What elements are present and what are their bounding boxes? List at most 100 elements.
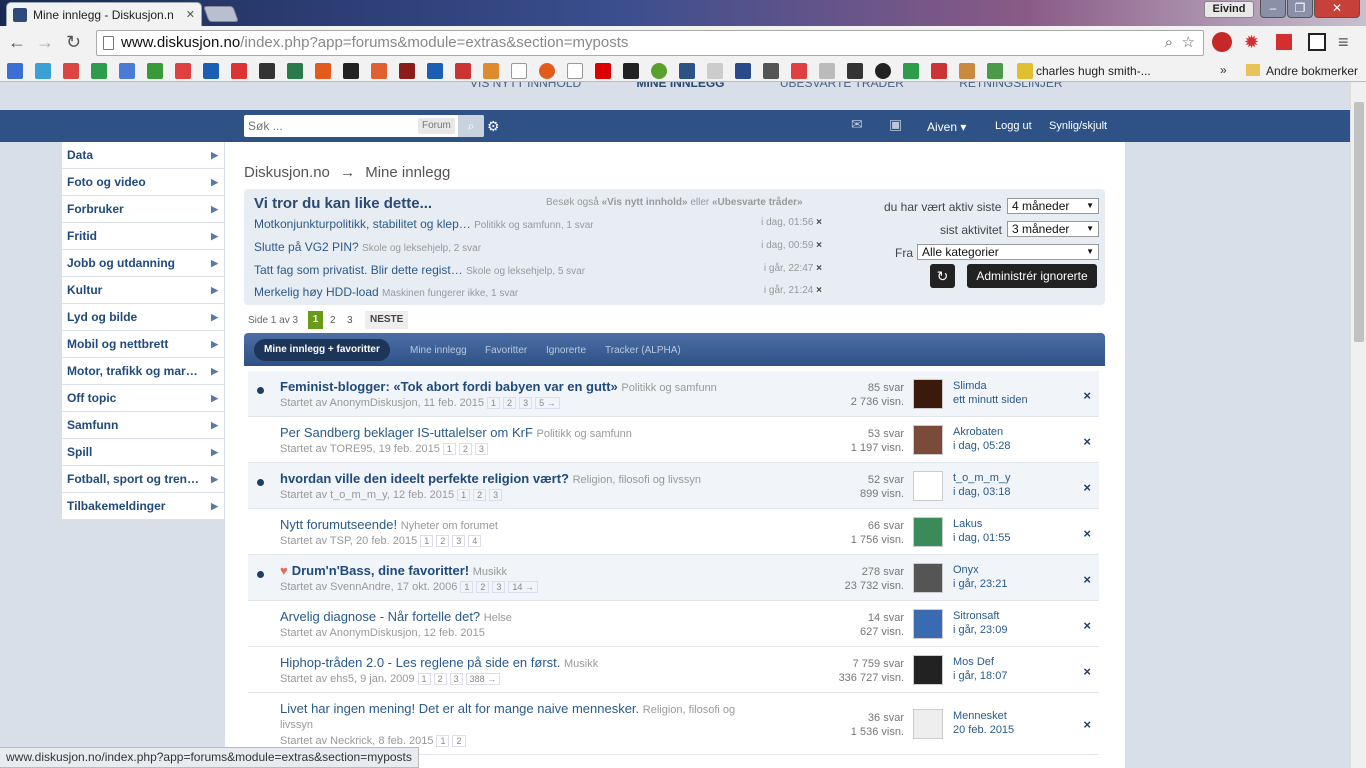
thread-category[interactable]: Religion, filosofi og livssyn [573, 474, 701, 486]
profile-button[interactable]: Eivind [1204, 1, 1254, 18]
bookmark-icon-14[interactable] [371, 63, 387, 79]
leaf-bookmark-icon[interactable] [651, 63, 667, 79]
link-new-content[interactable]: VIS NYTT INNHOLD [470, 82, 581, 90]
avatar[interactable] [913, 471, 943, 501]
thread-page-link[interactable]: 5 → [535, 397, 560, 409]
avatar[interactable] [913, 517, 943, 547]
thread-row[interactable]: Feminist-blogger: «Tok abort fordi babye… [248, 371, 1099, 417]
page-1-button[interactable]: 1 [308, 311, 323, 329]
suggestion-item[interactable]: Slutte på VG2 PIN? Skole og leksehjelp, … [254, 240, 822, 254]
suggestion-item[interactable]: Merkelig høy HDD-load Maskinen fungerer … [254, 285, 822, 299]
pin-bookmark-icon[interactable] [175, 63, 191, 79]
last-poster-name[interactable]: Mos Def [953, 655, 1007, 669]
bookmark-icon-18[interactable] [483, 63, 499, 79]
bookmark-icon-9[interactable] [231, 63, 247, 79]
search-icon[interactable]: ⌕ [1165, 31, 1173, 55]
last-poster-name[interactable]: Onyx [953, 563, 1007, 577]
wikipedia-bookmark-icon[interactable] [567, 63, 583, 79]
thread-category[interactable]: Helse [484, 612, 512, 624]
tv-bookmark-icon[interactable] [735, 63, 751, 79]
last-post-time[interactable]: 20 feb. 2015 [953, 723, 1014, 737]
sidebar-item-lyd[interactable]: Lyd og bilde ▶ [62, 304, 224, 331]
thread-category[interactable]: Politikk og samfunn [537, 428, 632, 440]
dismiss-icon[interactable]: × [816, 285, 822, 296]
page-2-button[interactable]: 2 [330, 315, 336, 326]
browser-tab[interactable]: Mine innlegg - Diskusjon.n ✕ [6, 2, 202, 26]
avatar[interactable] [913, 655, 943, 685]
last-post-time[interactable]: i går, 23:09 [953, 623, 1007, 637]
last-poster-name[interactable]: Sitronsaft [953, 609, 1007, 623]
suggestion-item[interactable]: Motkonjunkturpolitikk, stabilitet og kle… [254, 217, 822, 231]
bookmark-icon-11[interactable] [287, 63, 303, 79]
extension-s-icon[interactable] [1308, 33, 1326, 51]
search-scope[interactable]: Forum [418, 118, 455, 134]
menu-icon[interactable]: ≡ [1338, 32, 1349, 53]
notifications-icon[interactable]: ▣ [889, 116, 902, 133]
thread-page-link[interactable]: 14 → [508, 581, 538, 593]
maximize-button[interactable]: ❐ [1287, 0, 1313, 18]
avatar[interactable] [913, 609, 943, 639]
dismiss-icon[interactable]: × [816, 217, 822, 228]
avatar[interactable] [913, 425, 943, 455]
messages-icon[interactable]: ✉ [851, 116, 863, 133]
bookmark-star-icon[interactable]: ☆ [1182, 31, 1195, 55]
thread-title[interactable]: Nytt forumutseende! [280, 517, 397, 532]
thread-row[interactable]: Hiphop-tråden 2.0 - Les reglene på side … [248, 647, 1099, 693]
remove-icon[interactable]: × [1083, 526, 1091, 541]
bookmark-icon-32[interactable] [875, 63, 891, 79]
breadcrumb-root[interactable]: Diskusjon.no [244, 164, 330, 181]
sidebar-item-foto[interactable]: Foto og video ▶ [62, 169, 224, 196]
thread-category[interactable]: Musikk [564, 658, 598, 670]
close-tab-icon[interactable]: ✕ [186, 8, 195, 21]
thread-category[interactable]: Nyheter om forumet [401, 520, 498, 532]
manage-ignored-button[interactable]: Administrér ignorerte [967, 264, 1097, 288]
suggestion-title[interactable]: Merkelig høy HDD-load [254, 285, 379, 299]
category-select[interactable]: Alle kategorier ▼ [917, 244, 1099, 260]
tab-my-posts[interactable]: Mine innlegg [410, 345, 467, 356]
thread-page-link[interactable]: 3 [519, 397, 533, 409]
last-poster-name[interactable]: Mennesket [953, 709, 1014, 723]
bookmark-icon-30[interactable] [819, 63, 835, 79]
next-page-button[interactable]: NESTE [365, 311, 409, 329]
bookmark-charles[interactable]: charles hugh smith-... [1036, 64, 1151, 78]
bookmark-icon-8[interactable] [203, 63, 219, 79]
last-post-time[interactable]: i går, 23:21 [953, 577, 1007, 591]
translate-bookmark-icon[interactable] [119, 63, 135, 79]
tab-tracker[interactable]: Tracker (ALPHA) [605, 345, 681, 356]
arrows-bookmark-icon[interactable] [35, 63, 51, 79]
visit-new-content-link[interactable]: «Vis nytt innhold» [602, 197, 688, 208]
remove-icon[interactable]: × [1083, 618, 1091, 633]
suggestion-item[interactable]: Tatt fag som privatist. Blir dette regis… [254, 263, 822, 277]
avatar[interactable] [913, 709, 943, 739]
dismiss-icon[interactable]: × [816, 263, 822, 274]
thread-title[interactable]: hvordan ville den ideelt perfekte religi… [280, 471, 569, 486]
reload-icon[interactable]: ↻ [66, 32, 81, 52]
logout-link[interactable]: Logg ut [995, 120, 1032, 132]
sidebar-item-tilbakemeldinger[interactable]: Tilbakemeldinger ▶ [62, 493, 224, 520]
user-menu[interactable]: Aiven ▾ [927, 120, 966, 134]
visit-unanswered-link[interactable]: «Ubesvarte tråder» [712, 197, 803, 208]
last-poster-name[interactable]: t_o_m_m_y [953, 471, 1011, 485]
last-poster-name[interactable]: Akrobaten [953, 425, 1011, 439]
thread-page-link[interactable]: 2 [436, 535, 450, 547]
avatar[interactable] [913, 563, 943, 593]
bookmark-icon-37[interactable] [1017, 63, 1033, 79]
suggestion-title[interactable]: Slutte på VG2 PIN? [254, 240, 359, 254]
youtube-bookmark-icon[interactable] [595, 63, 611, 79]
avatar[interactable] [913, 379, 943, 409]
thread-page-link[interactable]: 3 [489, 489, 503, 501]
thread-page-link[interactable]: 2 [503, 397, 517, 409]
remove-icon[interactable]: × [1083, 572, 1091, 587]
close-window-button[interactable]: ✕ [1314, 0, 1360, 18]
remove-icon[interactable]: × [1083, 388, 1091, 403]
refresh-button[interactable]: ↻ [930, 264, 955, 288]
thread-row[interactable]: Livet har ingen mening! Det er alt for m… [248, 693, 1099, 755]
sidebar-item-data[interactable]: Data ▶ [62, 142, 224, 169]
bookmark-icon-23[interactable] [623, 63, 639, 79]
calendar-bookmark-icon[interactable] [7, 63, 23, 79]
thread-page-link[interactable]: 3 [474, 443, 488, 455]
sidebar-item-fotball[interactable]: Fotball, sport og tren… ▶ [62, 466, 224, 493]
thread-page-link[interactable]: 1 [420, 535, 434, 547]
thread-category[interactable]: Politikk og samfunn [621, 382, 716, 394]
thread-page-link[interactable]: 3 [449, 673, 463, 685]
